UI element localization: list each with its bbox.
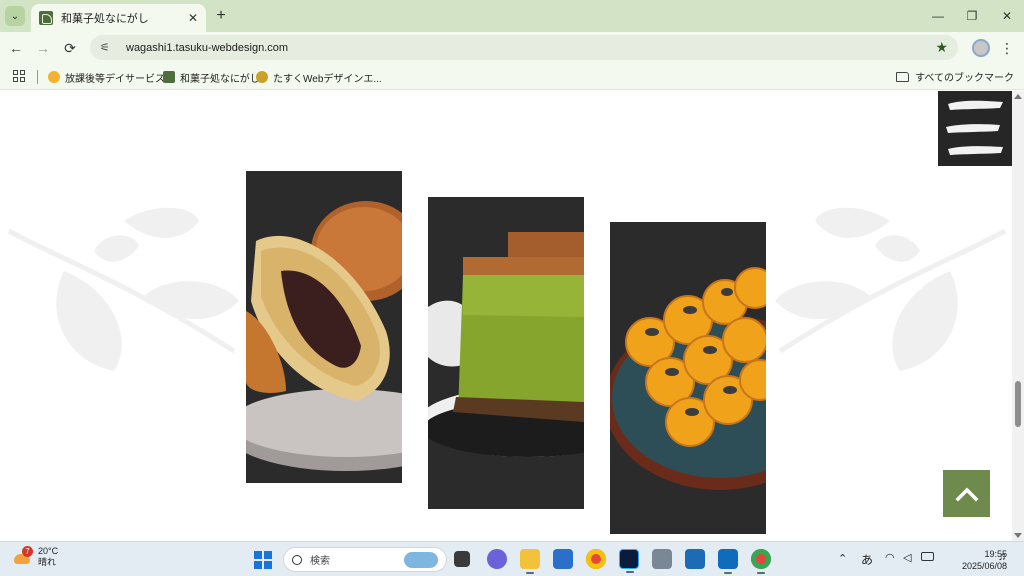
close-window-button[interactable]: ✕ — [997, 7, 1017, 25]
site-settings-icon[interactable]: ⚟ — [100, 41, 116, 54]
weather-widget[interactable]: 7 20°C 晴れ — [12, 546, 58, 568]
bookmark-label: 和菓子処なにがし — [180, 73, 260, 85]
bookmark-item[interactable]: 和菓子処なにがし — [163, 69, 260, 85]
weather-temperature: 20°C — [38, 546, 59, 556]
file-explorer-icon[interactable] — [520, 549, 540, 574]
menu-icon — [946, 100, 1003, 155]
photoshop-icon[interactable] — [619, 549, 639, 573]
bookmark-favicon-icon — [256, 71, 268, 83]
page-scrollbar[interactable] — [1012, 91, 1024, 541]
chevron-up-icon — [955, 487, 978, 501]
chat-app-icon[interactable] — [487, 549, 507, 569]
start-button[interactable] — [254, 551, 272, 569]
calculator-icon[interactable] — [652, 549, 672, 569]
search-highlight-icon — [404, 551, 438, 568]
hamburger-menu-button[interactable] — [938, 91, 1012, 166]
leaf-decoration-right — [775, 207, 1007, 371]
bookmarks-divider — [37, 70, 38, 84]
chrome-active-icon[interactable] — [751, 549, 771, 574]
notification-bell-icon[interactable]: ♫ — [998, 551, 1006, 563]
volume-icon[interactable]: ◁ — [903, 551, 911, 564]
search-icon — [292, 554, 302, 565]
store-icon[interactable] — [553, 549, 573, 569]
scroll-up-icon[interactable] — [1014, 94, 1022, 99]
profile-avatar[interactable] — [972, 39, 990, 57]
page-viewport — [0, 91, 1012, 541]
bookmark-item[interactable]: たすくWebデザインエ... — [256, 69, 382, 85]
dorayaki-photo — [246, 171, 402, 483]
outlook-icon[interactable] — [718, 549, 738, 574]
bookmark-star-icon[interactable]: ★ — [935, 39, 948, 56]
tab-close-icon[interactable]: ✕ — [188, 11, 198, 25]
windows-taskbar: 7 20°C 晴れ 検索 ⌃ あ ◠ ◁ 19:55 2025/06/08 ♫ — [0, 541, 1024, 576]
weather-badge: 7 — [22, 546, 33, 557]
ime-indicator[interactable]: あ — [861, 551, 873, 568]
chrome-icon[interactable] — [586, 549, 606, 569]
chevron-down-icon: ⌄ — [10, 10, 20, 22]
tab-strip: ⌄ 和菓子処なにがし ✕ + — ❐ ✕ — [0, 0, 1024, 32]
restore-button[interactable]: ❐ — [962, 7, 982, 25]
weather-description: 晴れ — [38, 557, 57, 567]
minimize-button[interactable]: — — [928, 7, 948, 25]
all-bookmarks-label: すべてのブックマーク — [915, 73, 1014, 84]
search-placeholder: 検索 — [310, 556, 330, 567]
address-bar[interactable]: ⚟ wagashi1.tasuku-webdesign.com ★ — [90, 35, 958, 60]
task-view-icon[interactable] — [454, 551, 470, 567]
back-to-top-button[interactable] — [943, 470, 990, 517]
apps-grid-icon[interactable] — [13, 70, 25, 82]
new-tab-button[interactable]: + — [212, 7, 230, 25]
all-bookmarks-button[interactable]: すべてのブックマーク — [896, 69, 1014, 84]
matcha-castella-photo — [428, 197, 584, 509]
folder-icon — [896, 71, 910, 82]
leaf-decoration-left — [7, 207, 239, 371]
weather-sun-icon: 7 — [12, 546, 33, 566]
taskbar-search[interactable]: 検索 — [283, 547, 447, 572]
site-favicon-icon — [39, 11, 53, 25]
bookmarks-bar: 放課後等デイサービス... 和菓子処なにがし たすくWebデザインエ... すべ… — [0, 63, 1024, 90]
bookmark-label: たすくWebデザインエ... — [273, 73, 382, 85]
bookmark-label: 放課後等デイサービス... — [65, 73, 174, 85]
wifi-icon[interactable]: ◠ — [885, 551, 895, 564]
tray-overflow-icon[interactable]: ⌃ — [838, 552, 847, 565]
tab-search-button[interactable]: ⌄ — [5, 6, 25, 26]
bookmark-item[interactable]: 放課後等デイサービス... — [48, 69, 173, 85]
forward-button[interactable]: → — [33, 38, 53, 58]
back-button[interactable]: ← — [6, 38, 26, 58]
url-text[interactable]: wagashi1.tasuku-webdesign.com — [126, 42, 935, 54]
scroll-down-icon[interactable] — [1014, 533, 1022, 538]
browser-toolbar: ← → ⟳ ⚟ wagashi1.tasuku-webdesign.com ★ … — [0, 32, 1024, 63]
bookmark-favicon-icon — [163, 71, 175, 83]
scrollbar-thumb[interactable] — [1015, 381, 1021, 427]
browser-menu-icon[interactable]: ⋮ — [1000, 38, 1014, 58]
battery-icon[interactable] — [921, 552, 934, 561]
tab-title: 和菓子処なにがし — [61, 13, 149, 25]
bookmark-favicon-icon — [48, 71, 60, 83]
snipping-tool-icon[interactable] — [685, 549, 705, 569]
active-tab[interactable]: 和菓子処なにがし ✕ — [31, 4, 206, 32]
reload-button[interactable]: ⟳ — [60, 38, 80, 58]
mitarashi-dango-photo — [610, 222, 766, 534]
